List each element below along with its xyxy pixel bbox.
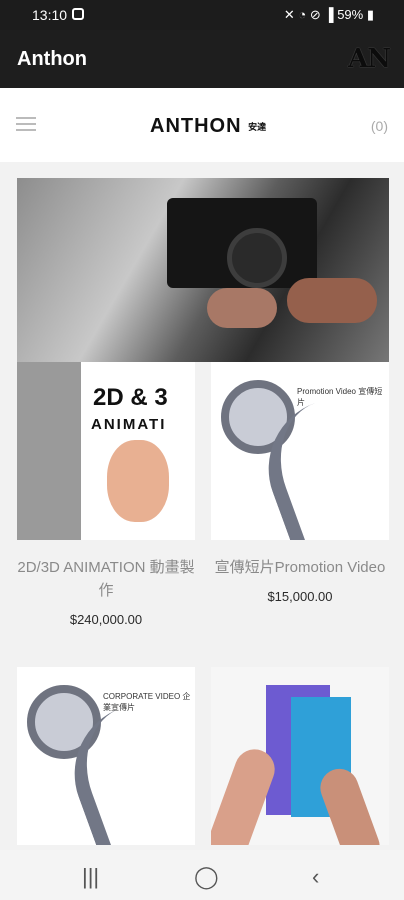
product-list: 2D & 3 ANIMATI 2D/3D ANIMATION 動畫製作 $240… (0, 162, 404, 850)
lens-image (227, 228, 287, 288)
status-time: 13:10 (32, 7, 68, 23)
hand-image (315, 763, 385, 845)
product-card[interactable]: 2D & 3 ANIMATI 2D/3D ANIMATION 動畫製作 $240… (17, 362, 195, 627)
product-image[interactable] (211, 667, 389, 845)
android-nav-bar: ||| ◯ ‹ (0, 850, 404, 900)
brand-sub: 安達 (248, 122, 267, 133)
brand-name: ANTHON (150, 115, 242, 137)
image-label: Promotion Video 宣傳短片 (297, 387, 383, 407)
app-title: Anthon (17, 48, 87, 70)
app-bar: Anthon AN (0, 30, 404, 88)
notification-icon (72, 8, 84, 20)
product-card[interactable] (211, 667, 389, 845)
recent-apps-icon[interactable]: ||| (82, 864, 99, 890)
app-logo: AN (348, 44, 391, 74)
hand-image (207, 288, 277, 328)
product-image[interactable]: CORPORATE VIDEO 企業宣傳片 (17, 667, 195, 845)
product-card[interactable]: CORPORATE VIDEO 企業宣傳片 (17, 667, 195, 845)
cartoon-face-image (107, 440, 169, 522)
store-header: ANTHON 安達 (0) (0, 88, 404, 162)
product-price: $240,000.00 (69, 612, 143, 627)
cart-count[interactable]: (0) (371, 118, 388, 134)
poster-subtitle: ANIMATI (91, 416, 167, 433)
hand-image (287, 278, 377, 323)
status-right: ✕ ◔ ⊘ ▐ 59% ▮ (284, 7, 374, 23)
status-bar: 13:10 ✕ ◔ ⊘ ▐ 59% ▮ (0, 0, 404, 30)
signal-icons: ✕ ◔ ⊘ ▐ (283, 7, 338, 22)
brand-logo[interactable]: ANTHON 安達 (150, 115, 266, 138)
product-name[interactable]: 宣傳短片Promotion Video (211, 556, 389, 579)
cartoon-character-image (17, 362, 81, 540)
hero-banner[interactable] (17, 178, 389, 362)
product-image[interactable]: Promotion Video 宣傳短片 (211, 362, 389, 540)
product-price: $15,000.00 (267, 589, 333, 604)
battery-icon: ▮ (366, 7, 374, 22)
battery-level: 59% (337, 7, 364, 22)
home-icon[interactable]: ◯ (194, 864, 219, 890)
back-icon[interactable]: ‹ (312, 864, 319, 890)
animation-poster: 2D & 3 ANIMATI (81, 362, 195, 540)
product-image[interactable]: 2D & 3 ANIMATI (17, 362, 195, 540)
hamburger-icon[interactable] (16, 117, 36, 131)
poster-title: 2D & 3 (93, 384, 168, 411)
product-card[interactable]: Promotion Video 宣傳短片 宣傳短片Promotion Video… (211, 362, 389, 604)
image-label: CORPORATE VIDEO 企業宣傳片 (103, 692, 191, 712)
product-name[interactable]: 2D/3D ANIMATION 動畫製作 (17, 556, 195, 602)
